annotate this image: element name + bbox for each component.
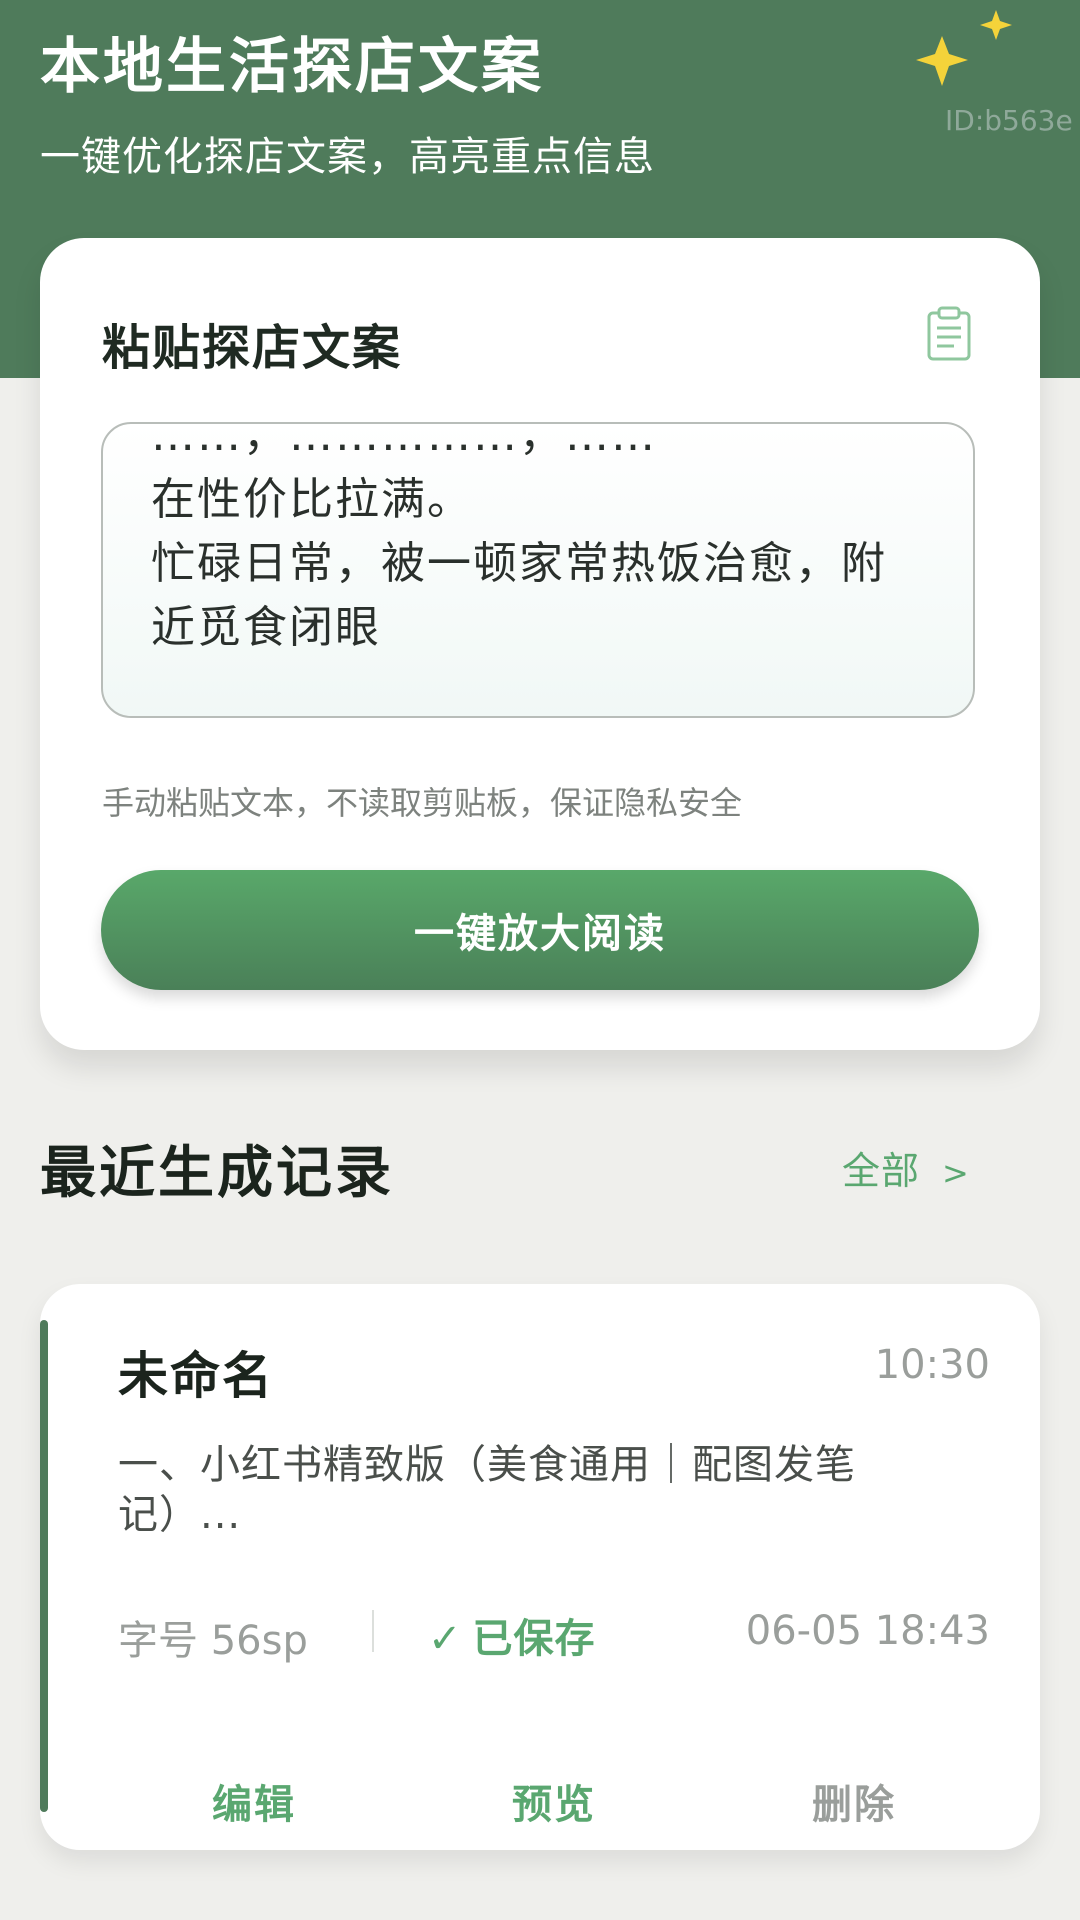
record-action-row: 编辑 预览 删除 [40,1772,1040,1832]
meta-divider [372,1610,374,1652]
record-meta-row: 字号 56sp ✓ 已保存 06-05 18:43 [118,1604,990,1664]
clipboard-icon[interactable] [924,306,974,362]
record-time: 10:30 [874,1342,990,1388]
paste-card-title: 粘贴探店文案 [102,320,403,376]
saved-timestamp: 06-05 18:43 [745,1608,990,1654]
chevron-right-icon: > [942,1154,970,1192]
recent-section-title: 最近生成记录 [40,1141,394,1206]
check-icon: ✓ [428,1616,463,1662]
font-size-label: 字号 56sp [118,1618,308,1664]
record-accent-bar [40,1320,48,1812]
app-subtitle: 一键优化探店文案，高亮重点信息 [40,134,655,180]
privacy-note: 手动粘贴文本，不读取剪贴板，保证隐私安全 [102,784,743,822]
paste-card: 粘贴探店文案 ……，……………，…… 在性价比拉满。 忙碌日常，被一顿家常热饭治… [40,238,1040,1050]
record-excerpt: 一、小红书精致版（美食通用｜配图发笔记）... [118,1442,856,1538]
edit-button[interactable]: 编辑 [212,1772,296,1830]
view-all-link[interactable]: 全部 > [842,1140,970,1195]
paste-text-area[interactable]: ……，……………，…… 在性价比拉满。 忙碌日常，被一顿家常热饭治愈，附近觅食闭… [101,422,975,718]
app-title: 本地生活探店文案 [40,32,544,102]
record-title: 未命名 [118,1347,274,1405]
enlarge-read-button[interactable]: 一键放大阅读 [101,870,979,990]
paste-text-content: ……，……………，…… 在性价比拉满。 忙碌日常，被一顿家常热饭治愈，附近觅食闭… [151,422,887,653]
sparkle-icon [916,10,1012,86]
preview-button[interactable]: 预览 [512,1772,596,1830]
saved-status-text: 已保存 [472,1616,596,1662]
delete-button[interactable]: 删除 [812,1772,896,1830]
saved-status-badge: ✓ 已保存 [428,1606,596,1664]
id-label: ID:b563e [945,104,1073,137]
view-all-label: 全部 [842,1149,921,1193]
record-card[interactable]: 未命名 10:30 一、小红书精致版（美食通用｜配图发笔记）... 字号 56s… [40,1284,1040,1850]
